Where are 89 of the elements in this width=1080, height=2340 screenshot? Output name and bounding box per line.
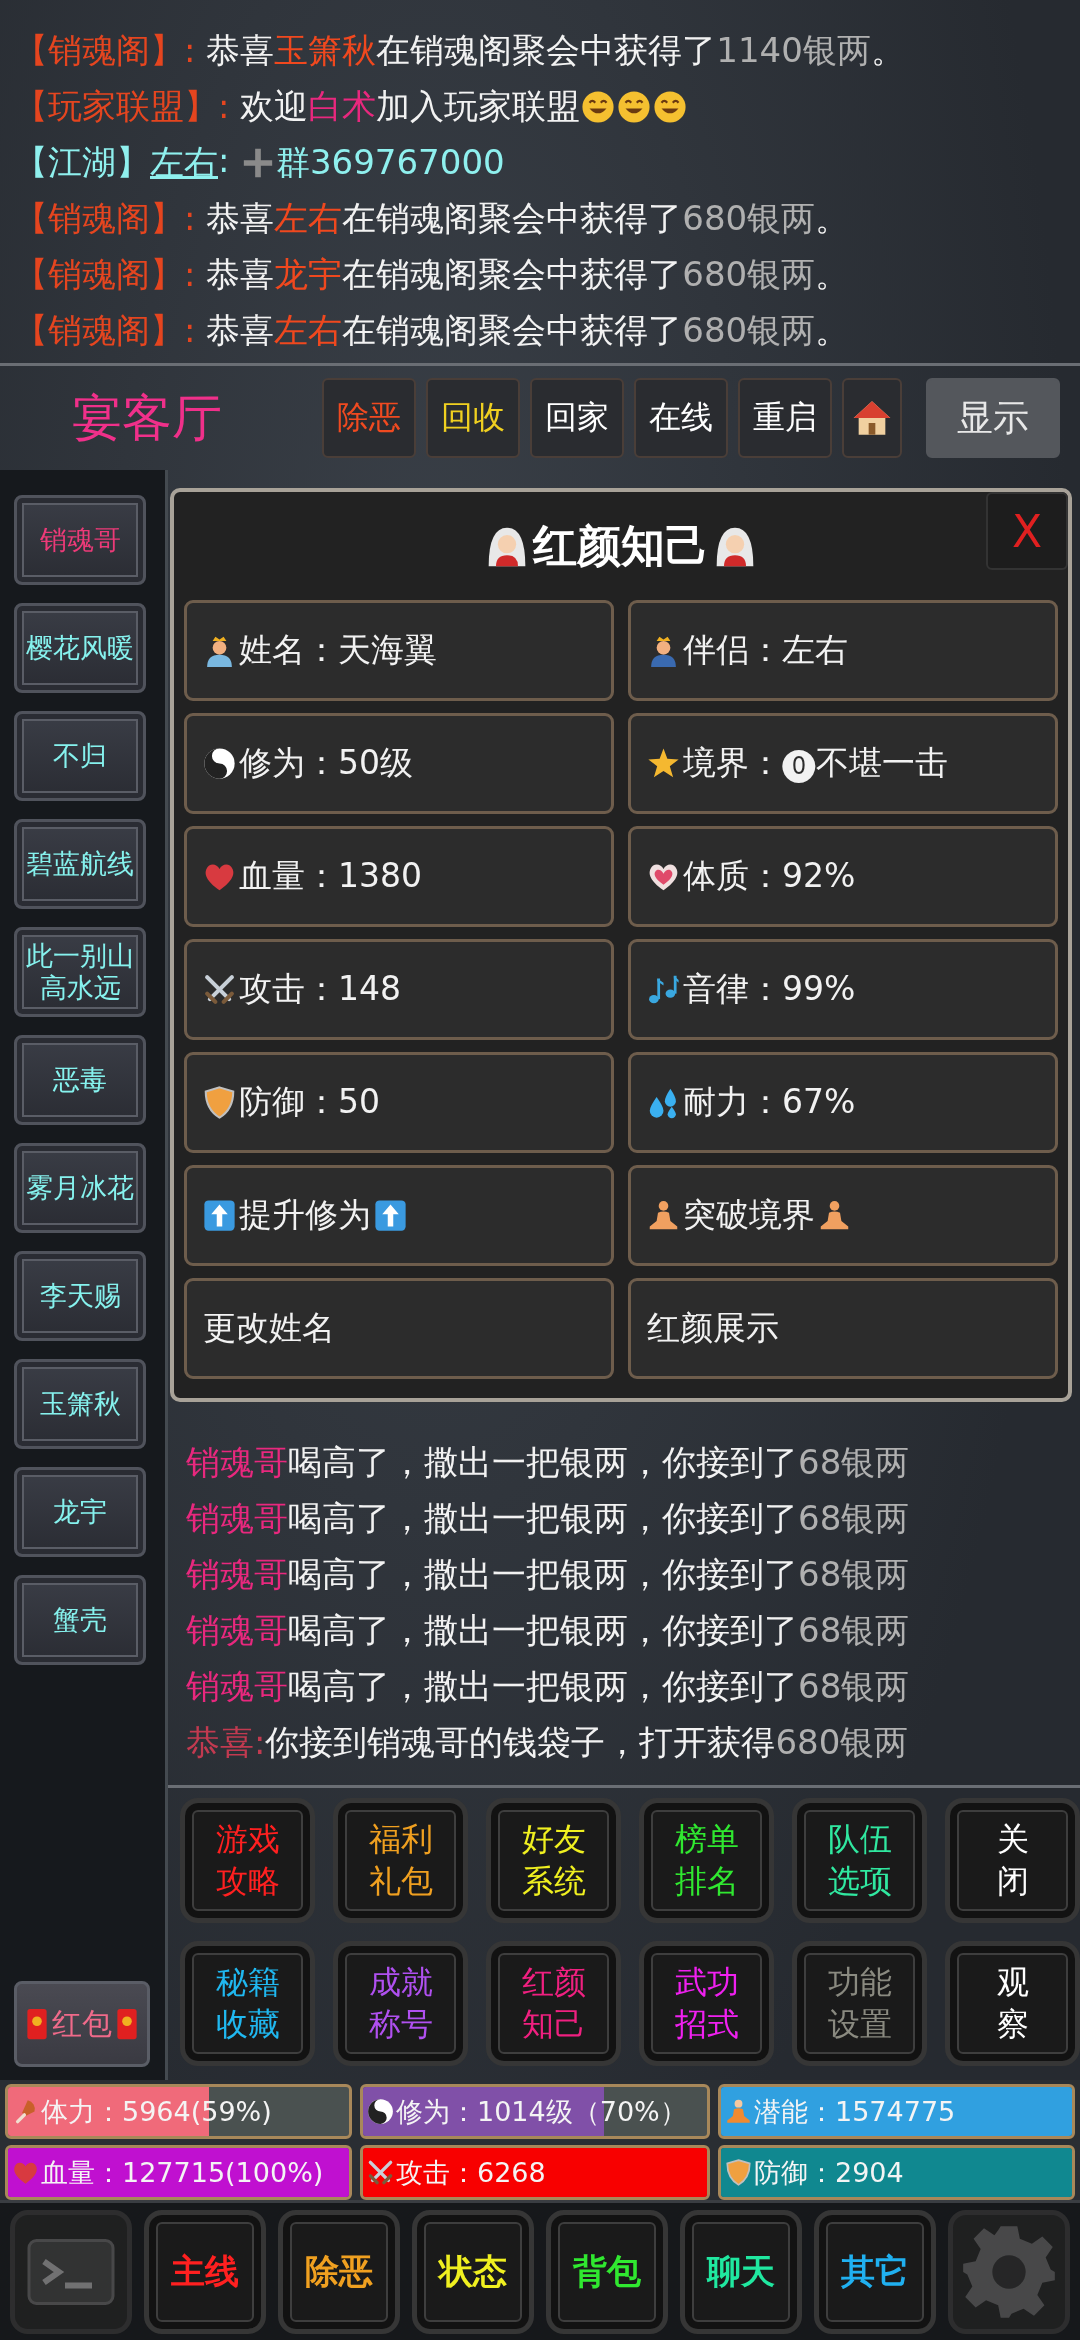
toolbar-button[interactable]: 回家	[530, 378, 624, 458]
chat-message: 销魂哥喝高了，撒出一把银两，你接到了 68银两	[186, 1665, 910, 1708]
stat-text: 境界：⓿不堪一击	[683, 742, 948, 785]
stat-text: 伴侣：左右	[683, 629, 848, 671]
menu-button[interactable]: 秘籍收藏	[180, 1941, 315, 2066]
shield-icon	[725, 2159, 752, 2186]
console-button[interactable]	[10, 2209, 132, 2334]
toolbar-button[interactable]: 在线	[634, 378, 728, 458]
close-button[interactable]: X	[986, 492, 1068, 570]
chat-message: 【销魂阁】: 恭喜龙宇在销魂阁聚会中获得了 680银两。	[14, 253, 850, 296]
action-button[interactable]: 红颜展示	[628, 1278, 1058, 1379]
sidebar-item[interactable]: 龙宇	[14, 1467, 146, 1557]
chat-message: 【江湖】左右:	[14, 140, 241, 186]
stat-text: 攻击：148	[239, 968, 401, 1010]
sidebar-item[interactable]: 恶毒	[14, 1035, 146, 1125]
chat-message: 销魂哥喝高了，撒出一把银两，你接到了 68银两	[186, 1553, 910, 1596]
music-notes-icon	[647, 973, 680, 1006]
smiley-icon	[652, 90, 687, 124]
menu-button[interactable]: 红颜知己	[486, 1941, 621, 2066]
chat-message: 销魂哥喝高了，撒出一把银两，你接到了 68银两	[186, 1609, 910, 1652]
nav-button[interactable]: 除恶	[278, 2209, 400, 2334]
smiley-icon	[616, 90, 651, 124]
menu-button[interactable]: 观察	[945, 1941, 1080, 2066]
star-icon	[647, 747, 680, 780]
stat-text: 姓名：天海翼	[239, 629, 437, 671]
toolbar-button[interactable]: 除恶	[322, 378, 416, 458]
stat-text: 耐力：67%	[683, 1081, 856, 1123]
meditating-person-icon	[647, 1199, 680, 1232]
menu-button[interactable]: 队伍选项	[792, 1798, 927, 1923]
envelope-icon	[116, 2007, 138, 2041]
stat-text: 防御：50	[239, 1081, 380, 1123]
menu-button[interactable]: 榜单排名	[639, 1798, 774, 1923]
modal-title: 红颜知己	[533, 518, 709, 573]
yin-yang-icon	[203, 747, 236, 780]
chat-message: 销魂哥喝高了，撒出一把银两，你接到了 68银两	[186, 1441, 910, 1484]
envelope-icon	[26, 2007, 48, 2041]
nav-button[interactable]: 聊天	[680, 2209, 802, 2334]
sidebar-item[interactable]: 碧蓝航线	[14, 819, 146, 909]
stat-text: 修为：50级	[239, 742, 413, 784]
stat-label: 防御：2904	[754, 2155, 904, 2190]
menu-button[interactable]: 游戏攻略	[180, 1798, 315, 1923]
show-button[interactable]: 显示	[926, 378, 1060, 458]
toolbar-button[interactable]: 重启	[738, 378, 832, 458]
menu-button[interactable]: 成就称号	[333, 1941, 468, 2066]
toolbar-button[interactable]: 回收	[426, 378, 520, 458]
shield-icon	[203, 1086, 236, 1119]
sidebar-item[interactable]: 玉箫秋	[14, 1359, 146, 1449]
nav-button[interactable]: 其它	[814, 2209, 936, 2334]
yin-yang-icon	[367, 2098, 394, 2125]
chat-message: 【销魂阁】: 恭喜左右在销魂阁聚会中获得了 680银两。	[14, 309, 850, 352]
meditating-person-icon	[818, 1199, 851, 1232]
menu-button[interactable]: 武功招式	[639, 1941, 774, 2066]
sidebar-item[interactable]: 李天赐	[14, 1251, 146, 1341]
stat-text: 血量：1380	[239, 855, 422, 897]
sidebar-item[interactable]: 雾月冰花	[14, 1143, 146, 1233]
chat-message: 【销魂阁】: 恭喜左右在销魂阁聚会中获得了 680银两。	[14, 197, 850, 240]
settings-button[interactable]	[948, 2209, 1070, 2334]
menu-button[interactable]: 功能设置	[792, 1941, 927, 2066]
nav-button[interactable]: 主线	[144, 2209, 266, 2334]
stat-label: 血量：127715(100%)	[41, 2155, 324, 2190]
crossed-swords-icon	[203, 973, 236, 1006]
meditating-person-icon	[725, 2098, 752, 2125]
chat-message: 销魂哥喝高了，撒出一把银两，你接到了 68银两	[186, 1497, 910, 1540]
chat-message: 【玩家联盟】: 欢迎白术加入玩家联盟	[14, 85, 581, 128]
home-button[interactable]	[842, 378, 902, 458]
menu-button[interactable]: 好友系统	[486, 1798, 621, 1923]
crossed-swords-icon	[367, 2159, 394, 2186]
chat-message: 【销魂阁】: 恭喜玉箫秋在销魂阁聚会中获得了 1140银两。	[14, 29, 905, 72]
stat-text: 体质：92%	[683, 855, 856, 897]
chat-message: 恭喜:你接到销魂哥的钱袋子，打开获得680银两	[186, 1721, 909, 1764]
smiley-icon	[581, 90, 616, 124]
stat-label: 潜能：1574775	[754, 2094, 956, 2129]
action-button[interactable]: 更改姓名	[184, 1278, 614, 1379]
stat-label: 修为：1014级（70%）	[396, 2094, 687, 2129]
action-button[interactable]: 提升修为	[184, 1165, 614, 1266]
stat-label: 攻击：6268	[396, 2155, 546, 2190]
nav-button[interactable]: 状态	[412, 2209, 534, 2334]
player-link[interactable]: 左右	[150, 140, 218, 186]
nav-button[interactable]: 背包	[546, 2209, 668, 2334]
menu-button[interactable]: 福利礼包	[333, 1798, 468, 1923]
sidebar-item[interactable]: 樱花风暖	[14, 603, 146, 693]
sidebar-item[interactable]: 蟹壳	[14, 1575, 146, 1665]
action-button[interactable]: 突破境界	[628, 1165, 1058, 1266]
room-title: 宴客厅	[72, 387, 223, 449]
chat-message: 群369767000	[275, 141, 505, 184]
stat-text: 音律：99%	[683, 968, 856, 1010]
sidebar-item[interactable]: 不归	[14, 711, 146, 801]
menu-button[interactable]: 关闭	[945, 1798, 1080, 1923]
sidebar-item[interactable]: 此一别山高水远	[14, 927, 146, 1017]
